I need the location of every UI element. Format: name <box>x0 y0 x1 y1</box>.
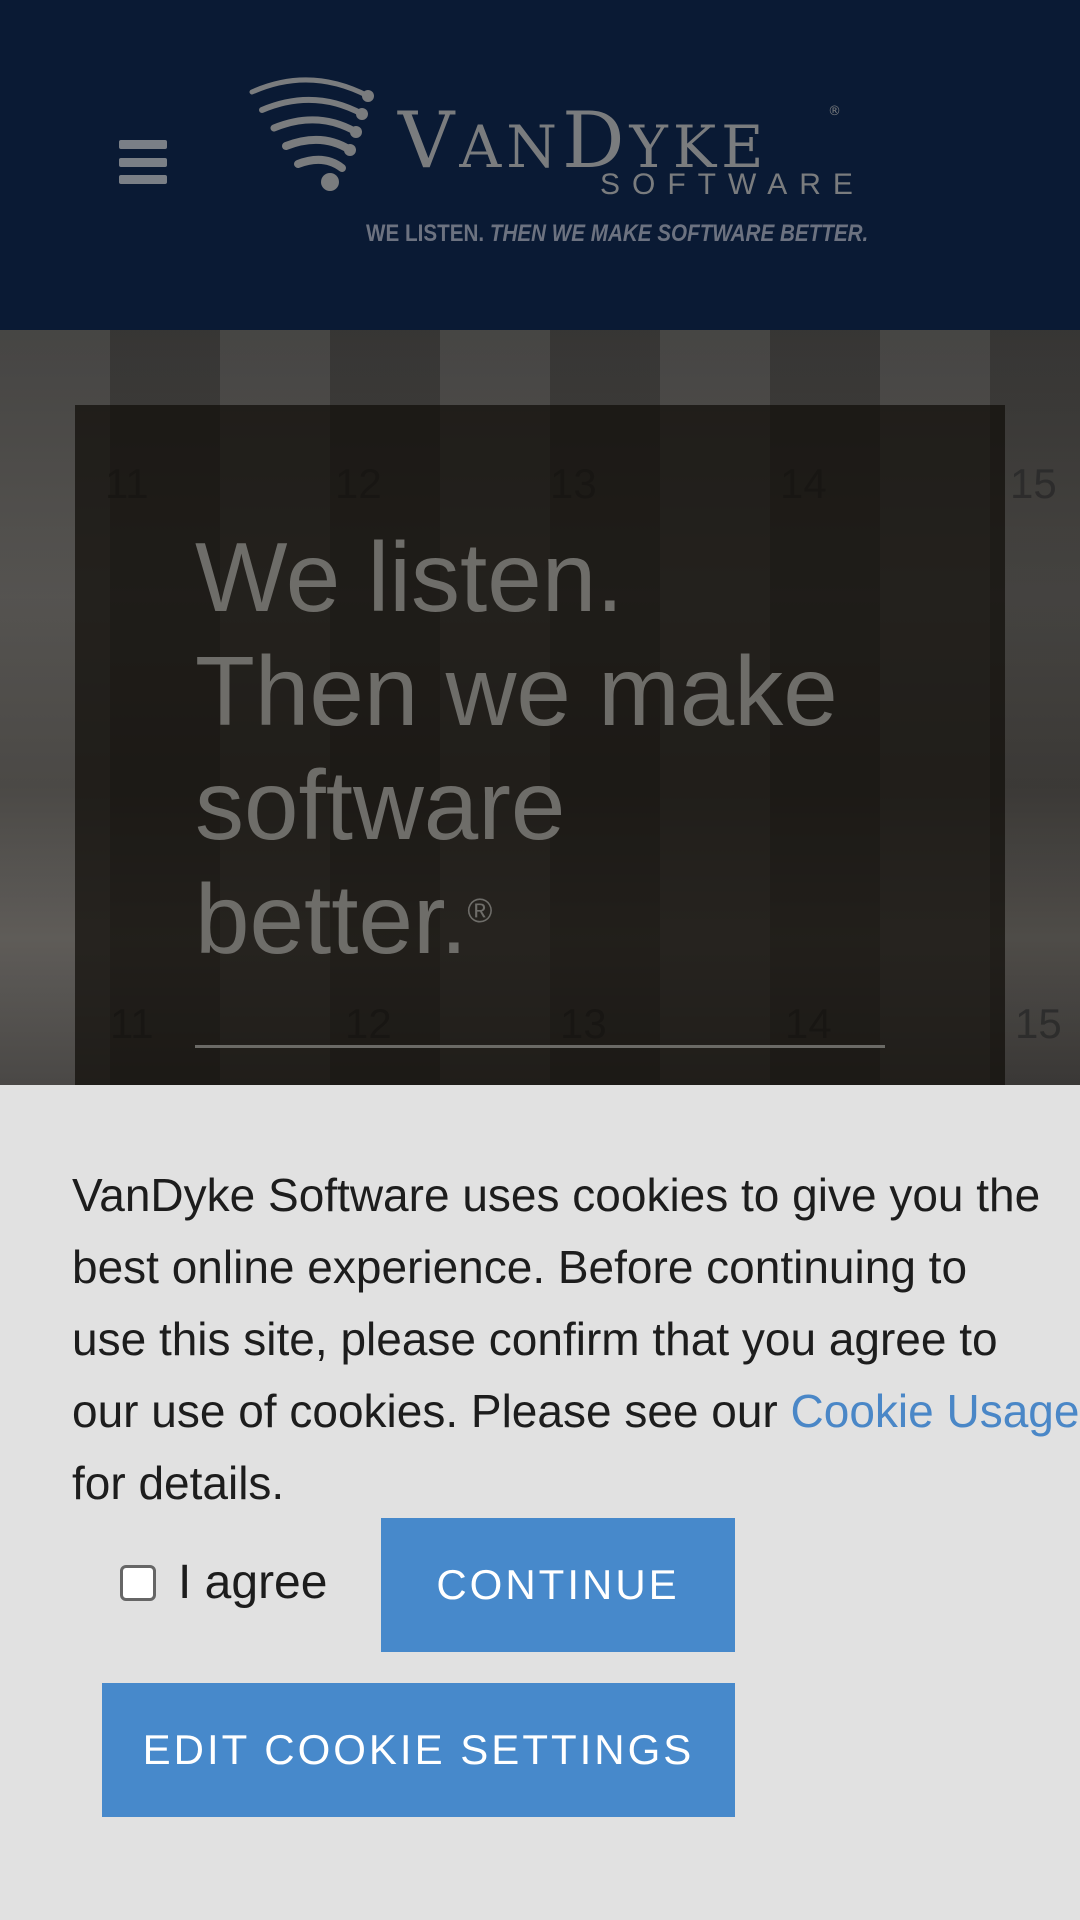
edit-cookie-settings-button[interactable]: EDIT COOKIE SETTINGS <box>102 1683 735 1817</box>
menu-bar <box>119 175 167 184</box>
cookie-message-line: use this site, please confirm that you a… <box>72 1313 998 1365</box>
cookie-message-line: for details. <box>72 1457 285 1509</box>
vandyke-logo[interactable]: VANDYKE ® SOFTWARE WE LISTEN. THEN WE MA… <box>238 70 868 260</box>
logo-tagline: WE LISTEN. THEN WE MAKE SOFTWARE BETTER. <box>366 220 868 248</box>
cookie-consent-banner: VanDyke Software uses cookies to give yo… <box>0 1085 1080 1920</box>
cookie-message-line-with-link: our use of cookies. Please see our Cooki… <box>72 1375 1080 1447</box>
tagline-italic: THEN WE MAKE SOFTWARE BETTER. <box>489 220 869 247</box>
logo-letter-v: V <box>398 96 460 186</box>
photo-label: 15 <box>1015 1000 1062 1047</box>
cookie-usage-link[interactable]: Cookie Usage <box>791 1385 1080 1437</box>
menu-bar <box>119 157 167 167</box>
site-header: VANDYKE ® SOFTWARE WE LISTEN. THEN WE MA… <box>0 0 1080 330</box>
tagline-plain: WE LISTEN. <box>366 220 485 247</box>
hero-heading-line: Then we make <box>195 636 838 746</box>
hero-heading-text: better. <box>195 864 468 974</box>
logo-letters-an: AN <box>459 113 562 181</box>
hero-divider <box>195 1045 885 1048</box>
agree-label[interactable]: I agree <box>178 1555 327 1610</box>
cookie-message-line: VanDyke Software uses cookies to give yo… <box>72 1169 1041 1221</box>
continue-button[interactable]: CONTINUE <box>381 1518 735 1652</box>
cookie-message-line: best online experience. Before continuin… <box>72 1241 968 1293</box>
menu-bar <box>119 140 167 149</box>
agree-checkbox-group: I agree <box>120 1555 327 1610</box>
hamburger-menu-icon[interactable] <box>119 140 167 184</box>
hero-text-panel: We listen. Then we make software better.… <box>75 405 1005 1090</box>
photo-label: 15 <box>1010 460 1057 507</box>
hero-heading-line: We listen. <box>195 522 624 632</box>
agree-checkbox[interactable] <box>120 1564 156 1601</box>
cookie-message-text: our use of cookies. Please see our <box>72 1385 791 1437</box>
hero-heading: We listen. Then we make software better.… <box>195 520 915 976</box>
hero-heading-line: software <box>195 750 566 860</box>
logo-subword: SOFTWARE <box>600 168 865 201</box>
hero-heading-line-last: better.® <box>195 862 915 976</box>
hero-banner: 11 12 13 14 15 11 12 13 14 15 We listen.… <box>0 330 1080 1090</box>
registered-mark: ® <box>467 892 493 930</box>
cookie-message: VanDyke Software uses cookies to give yo… <box>72 1159 1080 1519</box>
signal-waves-icon <box>249 77 374 191</box>
logo-registered-mark: ® <box>828 104 841 119</box>
